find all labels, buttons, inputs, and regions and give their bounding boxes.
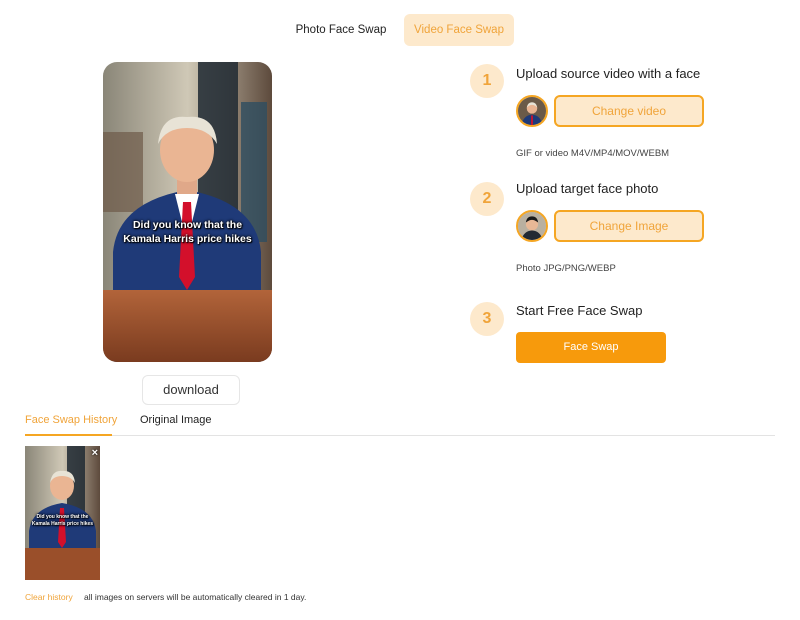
- active-tab-indicator: [25, 434, 112, 436]
- photo-format-hint: Photo JPG/PNG/WEBP: [516, 263, 616, 274]
- history-caption-line-1: Did you know that the: [36, 514, 89, 520]
- target-face-thumbnail-icon: [518, 212, 546, 240]
- step-3-number: 3: [470, 302, 504, 336]
- tab-original-image[interactable]: Original Image: [140, 414, 212, 426]
- history-thumbnail[interactable]: Did you know that the Kamala Harris pric…: [25, 446, 100, 580]
- history-thumbnail-illustration: [25, 446, 100, 580]
- step-2-title: Upload target face photo: [516, 181, 659, 196]
- source-video-avatar[interactable]: [516, 95, 548, 127]
- preview-caption: Did you know that the Kamala Harris pric…: [103, 218, 272, 246]
- tab-video-face-swap[interactable]: Video Face Swap: [404, 14, 514, 46]
- face-swap-button[interactable]: Face Swap: [516, 332, 666, 363]
- result-video-preview[interactable]: Did you know that the Kamala Harris pric…: [103, 62, 272, 362]
- history-caption-line-2: Kamala Harris price hikes: [31, 521, 94, 527]
- target-face-avatar[interactable]: [516, 210, 548, 242]
- mode-tabs: Photo Face Swap Video Face Swap: [0, 0, 800, 60]
- download-button[interactable]: download: [142, 375, 240, 405]
- change-video-button[interactable]: Change video: [554, 95, 704, 127]
- tab-photo-face-swap[interactable]: Photo Face Swap: [292, 14, 390, 46]
- clear-history-link[interactable]: Clear history: [25, 592, 73, 602]
- step-1-number: 1: [470, 64, 504, 98]
- clear-history-note: all images on servers will be automatica…: [84, 592, 307, 602]
- source-video-thumbnail-icon: [518, 97, 546, 125]
- step-1-title: Upload source video with a face: [516, 66, 701, 81]
- video-format-hint: GIF or video M4V/MP4/MOV/WEBM: [516, 148, 670, 159]
- history-tabs-divider: [25, 435, 775, 436]
- preview-scene-illustration: [103, 62, 272, 362]
- step-2-number: 2: [470, 182, 504, 216]
- change-image-button[interactable]: Change Image: [554, 210, 704, 242]
- history-thumbnail-caption: Did you know that the Kamala Harris pric…: [25, 514, 100, 528]
- step-3-title: Start Free Face Swap: [516, 303, 643, 318]
- preview-caption-line-2: Kamala Harris price hikes: [123, 233, 252, 245]
- close-icon[interactable]: ×: [92, 447, 98, 459]
- preview-caption-line-1: Did you know that the: [132, 219, 243, 231]
- tab-face-swap-history[interactable]: Face Swap History: [25, 414, 117, 426]
